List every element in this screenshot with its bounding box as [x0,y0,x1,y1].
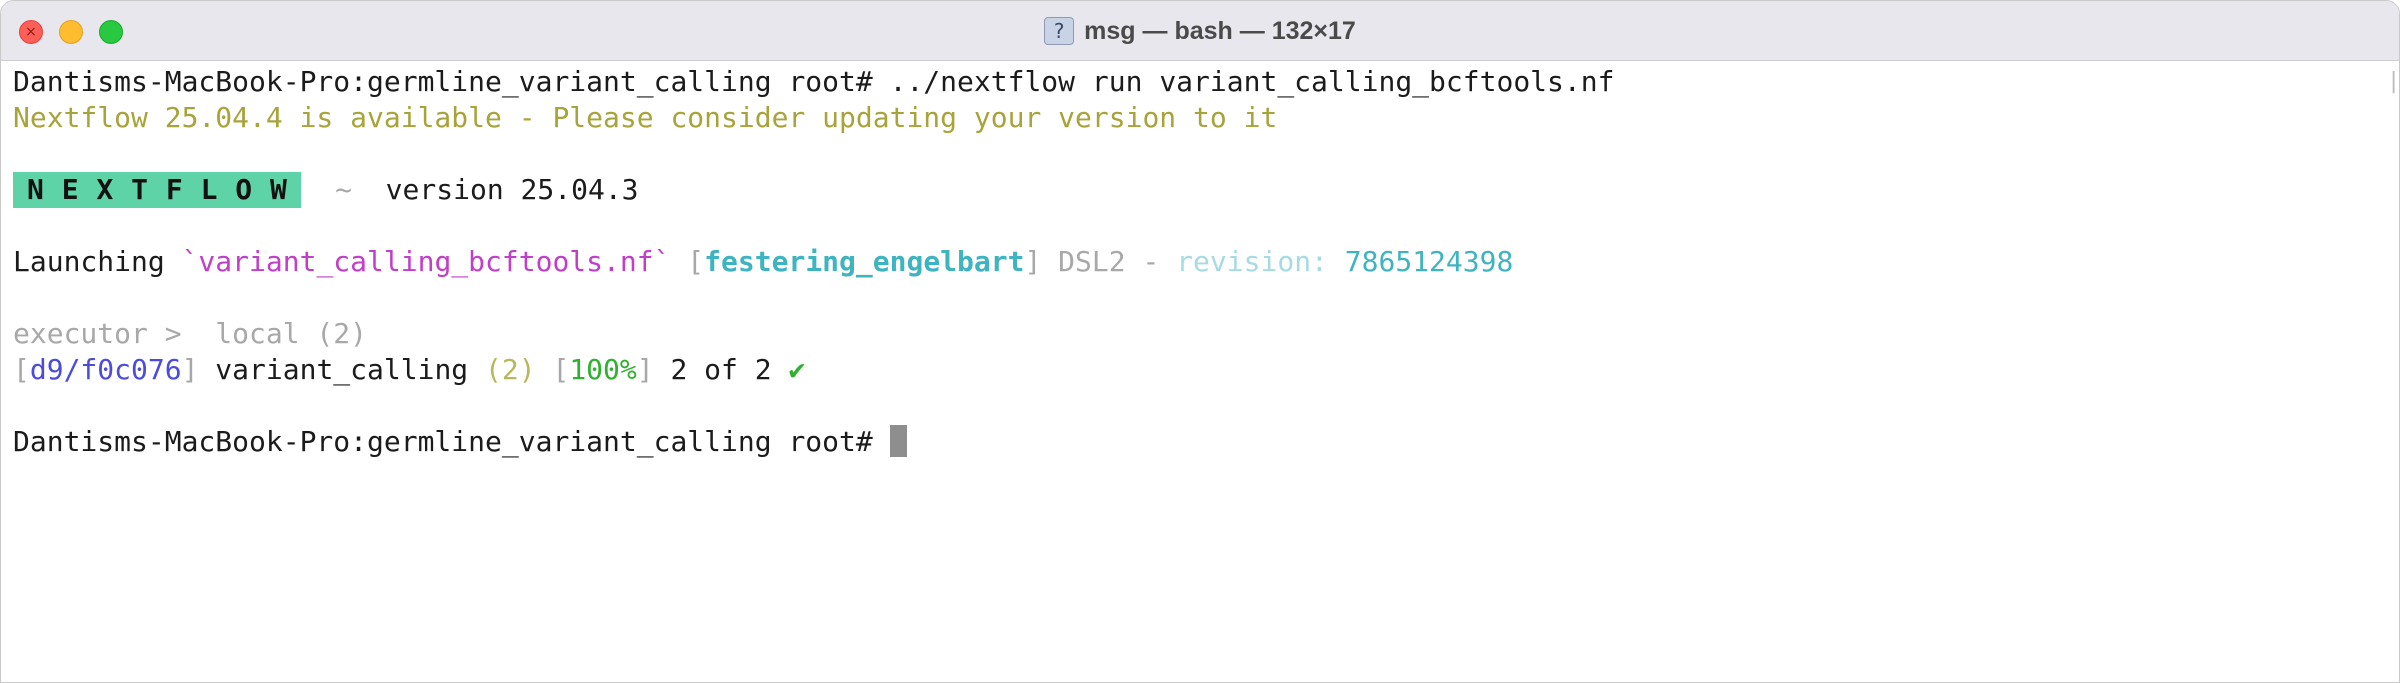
task-hash-open: [ [13,353,30,386]
progress-percent: 100% [569,353,637,386]
nextflow-banner: N E X T F L O W ~ version 25.04.3 [13,172,639,208]
nextflow-version: version 25.04.3 [385,173,639,206]
window-title: ? msg — bash — 132×17 [1,1,2399,61]
launching-line: Launching `variant_calling_bcftools.nf` … [13,244,1513,280]
revision-hash: 7865124398 [1344,245,1514,278]
nextflow-logo: N E X T F L O W [13,172,302,208]
shell-prompt: Dantisms-MacBook-Pro:germline_variant_ca… [13,65,890,98]
text-cursor [889,425,907,457]
executor-line: executor > local (2) [13,317,368,350]
window-title-text: msg — bash — 132×17 [1084,16,1356,45]
task-hash-close: ] [181,353,199,386]
checkmark-icon: ✔ [788,353,806,386]
run-name-open-bracket: [ [670,245,705,278]
process-status-line: [d9/f0c076] variant_calling (2) [100%] 2… [13,352,805,388]
terminal-window: × ? msg — bash — 132×17 Dantisms-MacBook… [0,0,2400,683]
progress-count: 2 of 2 [653,353,789,386]
terminal-output[interactable]: Dantisms-MacBook-Pro:germline_variant_ca… [1,61,2399,682]
revision-label: revision: [1176,245,1345,278]
title-bar[interactable]: × ? msg — bash — 132×17 [1,1,2399,61]
process-name: variant_calling [198,353,486,386]
shell-prompt: Dantisms-MacBook-Pro:germline_variant_ca… [13,425,890,458]
terminal-profile-icon: ? [1044,17,1075,45]
percent-close: ] [636,353,654,386]
run-name-close-bracket: ] [1024,245,1042,278]
terminal-line-prompt[interactable]: Dantisms-MacBook-Pro:germline_variant_ca… [13,424,907,460]
task-hash: d9/f0c076 [29,353,182,386]
scroll-indicator[interactable]: | [2387,69,2399,99]
dsl-version: DSL2 - [1041,245,1177,278]
script-name: `variant_calling_bcftools.nf` [181,245,671,278]
run-name: festering_engelbart [704,245,1025,278]
percent-open: [ [552,353,570,386]
banner-separator: ~ [301,173,386,206]
command-text: ../nextflow run variant_calling_bcftools… [889,65,1615,98]
terminal-line-command: Dantisms-MacBook-Pro:germline_variant_ca… [13,64,1614,100]
update-notice: Nextflow 25.04.4 is available - Please c… [13,101,1278,134]
launching-label: Launching [13,245,182,278]
process-count: (2) [485,353,536,386]
